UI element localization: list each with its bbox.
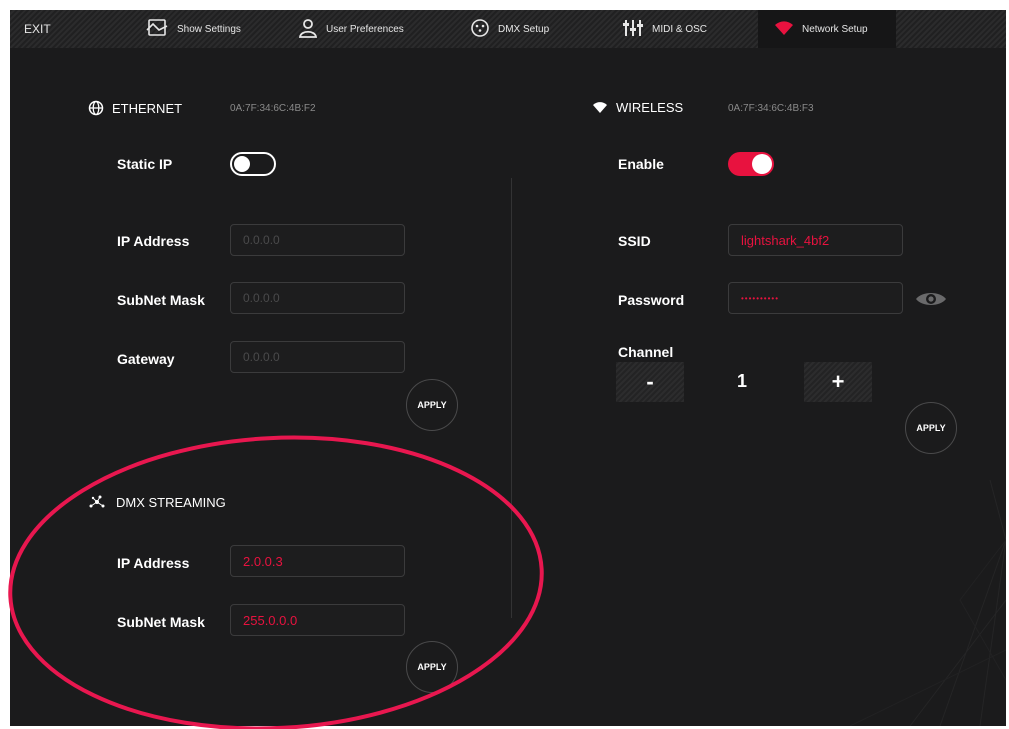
ethernet-subnet-label: SubNet Mask <box>117 292 205 308</box>
dmx-ip-label: IP Address <box>117 555 190 571</box>
user-icon <box>298 18 318 41</box>
wireless-title: WIRELESS <box>616 100 684 115</box>
network-nodes-icon <box>88 494 106 510</box>
ethernet-apply-button[interactable]: APPLY <box>406 379 458 431</box>
column-divider <box>511 178 512 618</box>
wireless-mac: 0A:7F:34:6C:4B:F3 <box>728 103 814 114</box>
dmx-apply-button[interactable]: APPLY <box>406 641 458 693</box>
field-value: •••••••••• <box>741 293 780 303</box>
nav-label: DMX Setup <box>498 23 550 35</box>
static-ip-toggle[interactable] <box>230 152 276 176</box>
wifi-icon <box>774 20 794 39</box>
enable-label: Enable <box>618 156 664 172</box>
show-settings-icon <box>145 18 169 41</box>
dmx-subnet-label: SubNet Mask <box>117 614 205 630</box>
channel-decrement-button[interactable]: - <box>616 362 684 402</box>
wireless-apply-button[interactable]: APPLY <box>905 402 957 454</box>
apply-label: APPLY <box>417 400 447 410</box>
ethernet-mac: 0A:7F:34:6C:4B:F2 <box>230 103 316 114</box>
field-value: 255.0.0.0 <box>243 612 298 628</box>
field-value: 2.0.0.3 <box>243 553 283 569</box>
wireless-enable-toggle[interactable] <box>728 152 774 176</box>
nav-midi-osc[interactable]: MIDI & OSC <box>622 10 707 48</box>
channel-label: Channel <box>618 344 674 360</box>
nav-label: MIDI & OSC <box>652 23 708 35</box>
ethernet-ip-field[interactable]: 0.0.0.0 <box>230 224 405 256</box>
field-value: 0.0.0.0 <box>243 350 280 364</box>
wireless-header: WIRELESS <box>592 100 683 115</box>
toggle-knob <box>752 154 772 174</box>
nav-user-preferences[interactable]: User Preferences <box>298 10 404 48</box>
toggle-knob <box>234 156 250 172</box>
field-value: 0.0.0.0 <box>243 233 280 247</box>
dmx-streaming-header: DMX STREAMING <box>88 494 226 510</box>
nav-show-settings[interactable]: Show Settings <box>145 10 241 48</box>
dmx-ip-field[interactable]: 2.0.0.3 <box>230 545 405 577</box>
nav-label: Show Settings <box>177 23 241 35</box>
field-value: 0.0.0.0 <box>243 291 280 305</box>
channel-increment-button[interactable]: + <box>804 362 872 402</box>
dmx-subnet-field[interactable]: 255.0.0.0 <box>230 604 405 636</box>
ethernet-ip-label: IP Address <box>117 233 190 249</box>
globe-icon <box>88 100 104 116</box>
field-value: lightshark_4bf2 <box>741 232 830 248</box>
nav-label: Network Setup <box>802 23 868 35</box>
ethernet-title: ETHERNET <box>112 100 183 116</box>
app-window: EXIT Show Settings User Preferences DMX … <box>10 10 1006 726</box>
nav-network-setup[interactable]: Network Setup <box>758 10 896 48</box>
show-password-eye-icon[interactable] <box>914 290 948 313</box>
minus-label: - <box>646 369 654 394</box>
top-nav-bar: EXIT Show Settings User Preferences DMX … <box>10 10 1006 48</box>
exit-label: EXIT <box>24 22 51 36</box>
ssid-field[interactable]: lightshark_4bf2 <box>728 224 903 256</box>
password-field[interactable]: •••••••••• <box>728 282 903 314</box>
ssid-label: SSID <box>618 233 651 249</box>
channel-value: 1 <box>737 371 748 391</box>
apply-label: APPLY <box>417 662 447 672</box>
midi-sliders-icon <box>622 18 644 41</box>
apply-label: APPLY <box>916 423 946 433</box>
decorative-background-lines <box>849 480 1006 726</box>
gateway-label: Gateway <box>117 351 175 367</box>
ethernet-subnet-field[interactable]: 0.0.0.0 <box>230 282 405 314</box>
dmx-connector-icon <box>470 18 490 41</box>
gateway-field[interactable]: 0.0.0.0 <box>230 341 405 373</box>
wifi-icon <box>592 101 608 114</box>
exit-button[interactable]: EXIT <box>24 10 51 48</box>
static-ip-label: Static IP <box>117 156 173 172</box>
ethernet-header: ETHERNET <box>88 100 182 116</box>
nav-label: User Preferences <box>326 23 404 35</box>
dmx-streaming-title: DMX STREAMING <box>116 494 226 510</box>
password-label: Password <box>618 292 685 308</box>
nav-dmx-setup[interactable]: DMX Setup <box>470 10 549 48</box>
plus-label: + <box>831 369 845 394</box>
